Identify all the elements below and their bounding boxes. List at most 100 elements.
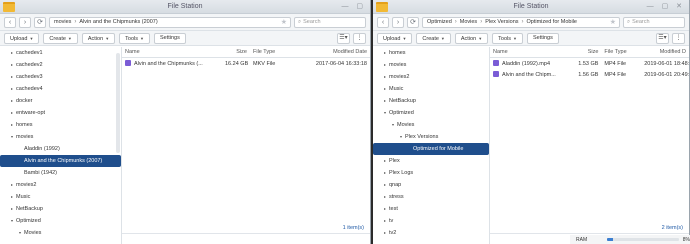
caret-right-icon[interactable]: ▸ — [381, 167, 389, 179]
breadcrumb-item[interactable]: Plex Versions — [485, 19, 518, 25]
tree-item[interactable]: ▾ movies — [0, 131, 121, 143]
caret-right-icon[interactable]: ▸ — [381, 59, 389, 71]
breadcrumb-item[interactable]: Movies — [460, 19, 477, 25]
caret-down-icon[interactable]: ▾ — [389, 119, 397, 131]
column-modified[interactable]: Modified Date — [310, 49, 370, 55]
refresh-button[interactable]: ⟳ — [407, 16, 419, 28]
column-type[interactable]: File Type — [601, 49, 641, 55]
tree-item[interactable]: Bambi (1942) — [0, 167, 121, 179]
caret-right-icon[interactable]: ▸ — [381, 215, 389, 227]
file-row[interactable]: Alvin and the Chipm... 1.56 GB MP4 File 201… — [490, 69, 689, 80]
caret-right-icon[interactable]: ▸ — [381, 47, 389, 59]
caret-right-icon[interactable]: ▸ — [381, 83, 389, 95]
caret-right-icon[interactable]: ▸ — [381, 203, 389, 215]
caret-down-icon[interactable]: ▾ — [381, 107, 389, 119]
forward-button[interactable]: › — [392, 16, 404, 28]
column-name[interactable]: Name — [490, 49, 572, 55]
caret-down-icon[interactable]: ▾ — [8, 131, 16, 143]
tree-item[interactable]: ▸ cachedev3 — [0, 71, 121, 83]
star-icon[interactable]: ★ — [281, 18, 287, 27]
file-row[interactable]: Alvin and the Chipmunks (... 16.24 GB MKV … — [122, 58, 370, 69]
caret-right-icon[interactable]: ▸ — [8, 71, 16, 83]
caret-right-icon[interactable]: ▸ — [8, 95, 16, 107]
tree-item[interactable]: ▸ Plex — [373, 155, 489, 167]
tree-item[interactable]: ▸ homes — [0, 119, 121, 131]
tree-item[interactable]: ▸ Music — [0, 191, 121, 203]
tree-item[interactable]: ▸ tv — [373, 215, 489, 227]
tree-item[interactable]: ▸ entware-opt — [0, 107, 121, 119]
caret-right-icon[interactable]: ▸ — [8, 107, 16, 119]
column-size[interactable]: Size — [572, 49, 602, 55]
tree-item[interactable]: Alvin and the Chipmunks (2007) — [0, 155, 121, 167]
caret-right-icon[interactable]: ▸ — [8, 59, 16, 71]
tree-item[interactable]: ▸ tv2 — [373, 227, 489, 239]
action-button[interactable]: Action ▼ — [81, 32, 116, 44]
more-icon[interactable]: ⋮ — [353, 33, 366, 44]
tree-item[interactable]: ▾ Plex Versions — [373, 131, 489, 143]
tree-item[interactable]: ▸ cachedev1 — [0, 47, 121, 59]
column-modified[interactable]: Modified D — [641, 49, 689, 55]
upload-button[interactable]: Upload ▼ — [4, 32, 40, 44]
caret-right-icon[interactable]: ▸ — [8, 47, 16, 59]
tree-item[interactable]: ▾ Movies — [0, 227, 121, 239]
tree-item[interactable]: ▸ movies2 — [0, 179, 121, 191]
tree-item[interactable]: ▾ Movies — [373, 119, 489, 131]
window-titlebar[interactable]: File Station — ▢ — [0, 0, 370, 14]
search-input[interactable]: ⌕ Search — [294, 16, 366, 28]
tree-item[interactable]: ▸ NetBackup — [373, 95, 489, 107]
tools-button[interactable]: Tools ▼ — [119, 32, 150, 44]
caret-right-icon[interactable]: ▸ — [8, 203, 16, 215]
settings-button[interactable]: Settings — [153, 32, 186, 44]
window-controls[interactable]: — ▢ ✕ — [647, 0, 685, 14]
list-view-icon[interactable]: ☰▾ — [337, 33, 350, 44]
tree-item[interactable]: ▸ Music — [373, 83, 489, 95]
tree-item[interactable]: ▸ cachedev2 — [0, 59, 121, 71]
caret-down-icon[interactable]: ▾ — [397, 131, 405, 143]
tree-item[interactable]: ▸ Plex Logs — [373, 167, 489, 179]
caret-right-icon[interactable]: ▸ — [381, 95, 389, 107]
forward-button[interactable]: › — [19, 16, 31, 28]
column-size[interactable]: Size — [222, 49, 250, 55]
tools-button[interactable]: Tools ▼ — [492, 32, 523, 44]
breadcrumb-item[interactable]: Optimized for Mobile — [527, 19, 577, 25]
column-name[interactable]: Name — [122, 49, 222, 55]
back-button[interactable]: ‹ — [377, 16, 389, 28]
create-button[interactable]: Create ▼ — [43, 32, 78, 44]
tree-item[interactable]: ▸ movies2 — [373, 71, 489, 83]
caret-right-icon[interactable]: ▸ — [381, 71, 389, 83]
breadcrumb-item[interactable]: Optimized — [427, 19, 452, 25]
breadcrumb-item[interactable]: movies — [54, 19, 71, 25]
tree-item[interactable]: ▸ NetBackup — [0, 203, 121, 215]
tree-item[interactable]: ▸ homes — [373, 47, 489, 59]
tree-item[interactable]: ▸ test — [373, 203, 489, 215]
back-button[interactable]: ‹ — [4, 16, 16, 28]
tree-item[interactable]: ▸ docker — [0, 95, 121, 107]
action-button[interactable]: Action ▼ — [454, 32, 489, 44]
tree-item[interactable]: ▸ stress — [373, 191, 489, 203]
caret-right-icon[interactable]: ▸ — [8, 191, 16, 203]
tree-item[interactable]: ▸ cachedev4 — [0, 83, 121, 95]
tree-item[interactable]: Optimized for Mobile — [373, 143, 489, 155]
upload-button[interactable]: Upload ▼ — [377, 32, 413, 44]
tree-item[interactable]: Aladdin (1992) — [0, 143, 121, 155]
caret-right-icon[interactable]: ▸ — [381, 155, 389, 167]
caret-right-icon[interactable]: ▸ — [381, 191, 389, 203]
list-view-icon[interactable]: ☰▾ — [656, 33, 669, 44]
tree-item[interactable]: ▸ qnap — [373, 179, 489, 191]
caret-down-icon[interactable]: ▾ — [8, 215, 16, 227]
caret-right-icon[interactable]: ▸ — [8, 179, 16, 191]
star-icon[interactable]: ★ — [610, 18, 616, 27]
caret-right-icon[interactable]: ▸ — [8, 83, 16, 95]
caret-right-icon[interactable]: ▸ — [8, 119, 16, 131]
settings-button[interactable]: Settings — [526, 32, 559, 44]
window-controls[interactable]: — ▢ — [341, 0, 366, 14]
tree-item[interactable]: ▸ movies — [373, 59, 489, 71]
column-type[interactable]: File Type — [250, 49, 310, 55]
create-button[interactable]: Create ▼ — [416, 32, 451, 44]
tree-item[interactable]: ▾ Optimized — [0, 215, 121, 227]
search-input[interactable]: ⌕ Search — [623, 16, 685, 28]
window-titlebar[interactable]: File Station — ▢ ✕ — [373, 0, 689, 14]
caret-right-icon[interactable]: ▸ — [381, 227, 389, 239]
refresh-button[interactable]: ⟳ — [34, 16, 46, 28]
caret-right-icon[interactable]: ▸ — [381, 179, 389, 191]
